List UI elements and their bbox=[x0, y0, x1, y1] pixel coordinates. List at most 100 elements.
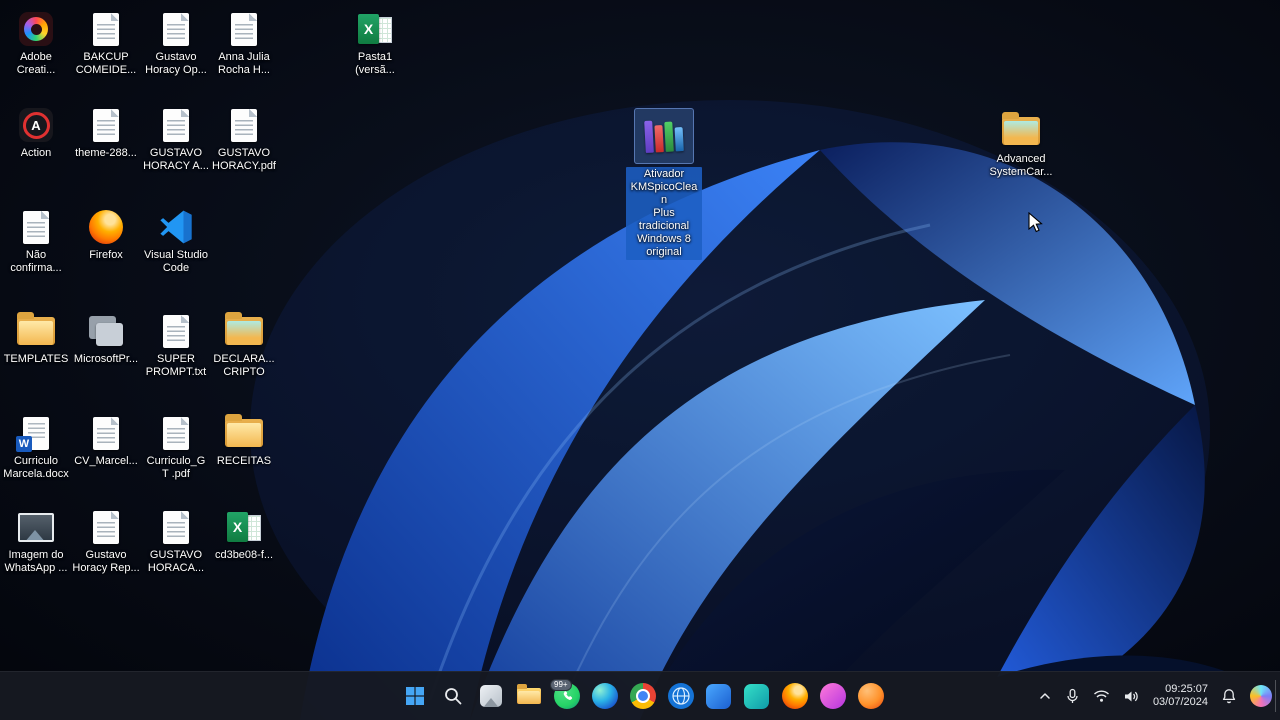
copilot-button[interactable] bbox=[1248, 679, 1274, 713]
desktop-icon-gustavo-horacy-op[interactable]: Gustavo Horacy Op... bbox=[142, 10, 210, 77]
desktop-icon-gustavo-horacy-pdf[interactable]: GUSTAVO HORACY.pdf bbox=[210, 106, 278, 173]
desktop-icon-gustavo-rep[interactable]: Gustavo Horacy Rep... bbox=[72, 508, 140, 575]
desktop-icon-label: Curriculo_G T .pdf bbox=[146, 455, 206, 480]
orange-app-button[interactable] bbox=[852, 676, 889, 716]
desktop-icon-label: Advanced SystemCar... bbox=[989, 153, 1053, 178]
taskbar: 99+ 09:25:07 03/07/2024 bbox=[0, 671, 1280, 720]
desktop-icon-theme[interactable]: theme-288... bbox=[72, 106, 140, 160]
desktop-icon-label: Action bbox=[20, 147, 52, 159]
start-button[interactable] bbox=[396, 676, 433, 716]
photos-icon bbox=[479, 685, 502, 707]
document-icon bbox=[157, 312, 195, 350]
desktop-icon-adobe-creative-cloud[interactable]: Adobe Creati... bbox=[2, 10, 70, 77]
document-icon bbox=[87, 414, 125, 452]
desktop-icon-cv-marcel[interactable]: CV_Marcel... bbox=[72, 414, 140, 468]
document-icon bbox=[157, 10, 195, 48]
desktop-icon-declara-cripto[interactable]: DECLARA... CRIPTO bbox=[210, 312, 278, 379]
desktop-icon-label: Gustavo Horacy Rep... bbox=[72, 549, 140, 574]
desktop-icon-action[interactable]: Action bbox=[2, 106, 70, 160]
adobe-creative-cloud-icon bbox=[17, 10, 55, 48]
desktop-icon-label: GUSTAVO HORACY.pdf bbox=[212, 147, 276, 172]
desktop-icon-label: DECLARA... CRIPTO bbox=[213, 353, 275, 378]
show-desktop-button[interactable] bbox=[1275, 680, 1280, 712]
document-icon bbox=[87, 106, 125, 144]
clock[interactable]: 09:25:07 03/07/2024 bbox=[1151, 679, 1210, 713]
desktop-icon-label: Visual Studio Code bbox=[143, 249, 208, 274]
folder-icon bbox=[1002, 112, 1040, 150]
teal-app-button[interactable] bbox=[738, 676, 775, 716]
blue-app-icon bbox=[706, 683, 731, 709]
desktop-icon-anna-julia[interactable]: Anna Julia Rocha H... bbox=[210, 10, 278, 77]
desktop-icon-label: TEMPLATES bbox=[3, 353, 69, 365]
selected-archive-label: Ativador KMSpicoClean Plus tradicional W… bbox=[626, 167, 702, 260]
firefox-icon bbox=[87, 208, 125, 246]
network-tray-button[interactable] bbox=[1091, 679, 1112, 713]
whatsapp-unread-badge: 99+ bbox=[550, 679, 572, 691]
globe-icon bbox=[667, 683, 694, 709]
desktop-icon-vscode[interactable]: Visual Studio Code bbox=[142, 208, 210, 275]
chevron-up-icon bbox=[1040, 693, 1050, 699]
chrome-button[interactable] bbox=[624, 676, 661, 716]
winrar-archive-icon bbox=[634, 108, 694, 164]
notification-bell-icon bbox=[1222, 689, 1236, 704]
excel-file-icon bbox=[225, 508, 263, 546]
search-button[interactable] bbox=[434, 676, 471, 716]
desktop-icon-templates[interactable]: TEMPLATES bbox=[2, 312, 70, 366]
desktop-icon-imagem-whatsapp[interactable]: Imagem do WhatsApp ... bbox=[2, 508, 70, 575]
system-tray: 09:25:07 03/07/2024 bbox=[1036, 672, 1274, 720]
windows-logo-icon bbox=[405, 687, 424, 705]
pink-app-button[interactable] bbox=[814, 676, 851, 716]
whatsapp-button[interactable]: 99+ bbox=[548, 676, 585, 716]
desktop-icon-label: Imagem do WhatsApp ... bbox=[4, 549, 68, 574]
desktop-icon-label: theme-288... bbox=[75, 147, 137, 159]
desktop-icon-gustavo-horaca[interactable]: GUSTAVO HORACA... bbox=[142, 508, 210, 575]
file-explorer-button[interactable] bbox=[510, 676, 547, 716]
globe-app-button[interactable] bbox=[662, 676, 699, 716]
document-icon bbox=[157, 414, 195, 452]
speaker-icon bbox=[1124, 691, 1138, 701]
desktop-icon-curriculo-marcela[interactable]: Curriculo Marcela.docx bbox=[2, 414, 70, 481]
desktop-icon-curriculo-g[interactable]: Curriculo_G T .pdf bbox=[142, 414, 210, 481]
desktop-icon-receitas[interactable]: RECEITAS bbox=[210, 414, 278, 468]
blue-app-button[interactable] bbox=[700, 676, 737, 716]
windows-desktop: { "desktop": { "icons": [ {"label": "Ado… bbox=[0, 0, 1280, 720]
photos-app-button[interactable] bbox=[472, 676, 509, 716]
document-icon bbox=[87, 508, 125, 546]
document-icon bbox=[225, 10, 263, 48]
desktop-icon-label: Gustavo Horacy Op... bbox=[145, 51, 207, 76]
desktop-icon-firefox[interactable]: Firefox bbox=[72, 208, 140, 262]
desktop-icon-microsoftpr[interactable]: MicrosoftPr... bbox=[72, 312, 140, 366]
pink-app-icon bbox=[819, 683, 846, 709]
desktop-icon-super-prompt[interactable]: SUPER PROMPT.txt bbox=[142, 312, 210, 379]
desktop-icon-cd3be08-excel[interactable]: cd3be08-f... bbox=[210, 508, 278, 562]
vscode-icon bbox=[157, 208, 195, 246]
firefox-button[interactable] bbox=[776, 676, 813, 716]
microphone-tray-button[interactable] bbox=[1063, 679, 1082, 713]
edge-button[interactable] bbox=[586, 676, 623, 716]
desktop-icon-bakcup-comeide[interactable]: BAKCUP COMEIDE... bbox=[72, 10, 140, 77]
word-file-icon bbox=[16, 414, 55, 452]
file-explorer-icon bbox=[516, 684, 541, 704]
microphone-icon bbox=[1067, 688, 1078, 703]
desktop-icon-label: cd3be08-f... bbox=[214, 549, 274, 561]
desktop-icon-label: GUSTAVO HORACA... bbox=[147, 549, 205, 574]
notification-center-button[interactable] bbox=[1219, 679, 1239, 713]
desktop-icon-nao-confirma[interactable]: Não confirma... bbox=[2, 208, 70, 275]
excel-file-icon bbox=[356, 10, 394, 48]
desktop-icon-selected-archive[interactable]: Ativador KMSpicoClean Plus tradicional W… bbox=[626, 108, 702, 260]
desktop-icon-label: Não confirma... bbox=[10, 249, 62, 274]
desktop-icon-advanced-systemcare[interactable]: Advanced SystemCar... bbox=[987, 112, 1055, 179]
wifi-icon bbox=[1093, 690, 1109, 702]
volume-tray-button[interactable] bbox=[1121, 679, 1142, 713]
desktop-icon-label: CV_Marcel... bbox=[74, 455, 138, 467]
folder-icon bbox=[17, 312, 55, 350]
stacked-files-icon bbox=[87, 312, 125, 350]
desktop-icon-pasta1-excel[interactable]: Pasta1 (versã... bbox=[341, 10, 409, 77]
hidden-icons-button[interactable] bbox=[1036, 679, 1054, 713]
edge-icon bbox=[591, 683, 618, 709]
tray-time: 09:25:07 bbox=[1165, 683, 1208, 695]
desktop-icon-label: Curriculo Marcela.docx bbox=[3, 455, 69, 480]
copilot-icon bbox=[1250, 685, 1272, 707]
desktop-icon-gustavo-horacy-a[interactable]: GUSTAVO HORACY A... bbox=[142, 106, 210, 173]
document-icon bbox=[225, 106, 263, 144]
